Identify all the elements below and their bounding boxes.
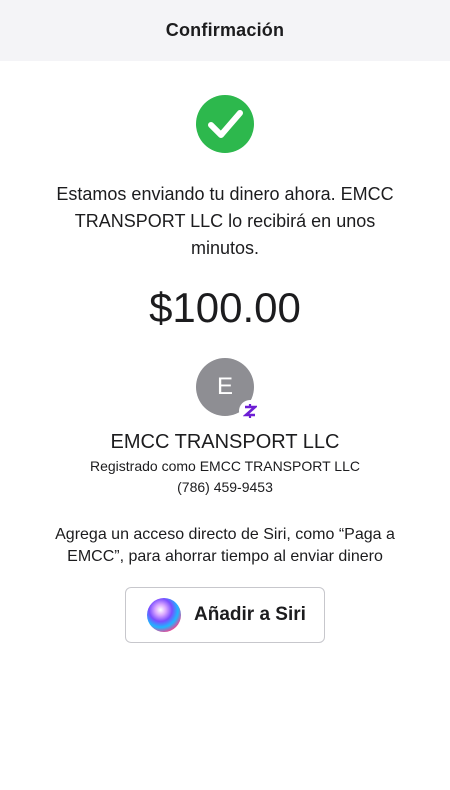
siri-shortcut-hint: Agrega un acceso directo de Siri, como “… [30, 524, 420, 568]
page-title: Confirmación [165, 20, 285, 40]
message-line: minutos. [190, 238, 260, 258]
check-circle-icon [196, 95, 254, 153]
add-to-siri-label: Añadir a Siri [194, 604, 306, 625]
hint-line: Agrega un acceso directo de Siri, como “… [55, 526, 395, 543]
hint-line: EMCC”, para ahorrar tiempo al enviar din… [67, 548, 383, 565]
recipient-phone: (786) 459-9453 [177, 479, 273, 495]
zelle-icon [239, 400, 261, 422]
confirmation-message: Estamos enviando tu dinero ahora. EMCC T… [30, 181, 420, 262]
amount-sent: $100.00 [149, 284, 301, 331]
avatar-initial: E [216, 373, 233, 400]
message-line: Estamos enviando tu dinero ahora. EMCC [56, 184, 394, 204]
registered-as-label: Registrado como EMCC TRANSPORT LLC [90, 458, 360, 474]
recipient-name: EMCC TRANSPORT LLC [110, 431, 340, 453]
add-to-siri-button[interactable]: Añadir a Siri [125, 587, 325, 643]
nav-header: Confirmación [0, 0, 450, 61]
siri-icon [147, 598, 181, 632]
message-line: TRANSPORT LLC lo recibirá en unos [74, 211, 376, 231]
